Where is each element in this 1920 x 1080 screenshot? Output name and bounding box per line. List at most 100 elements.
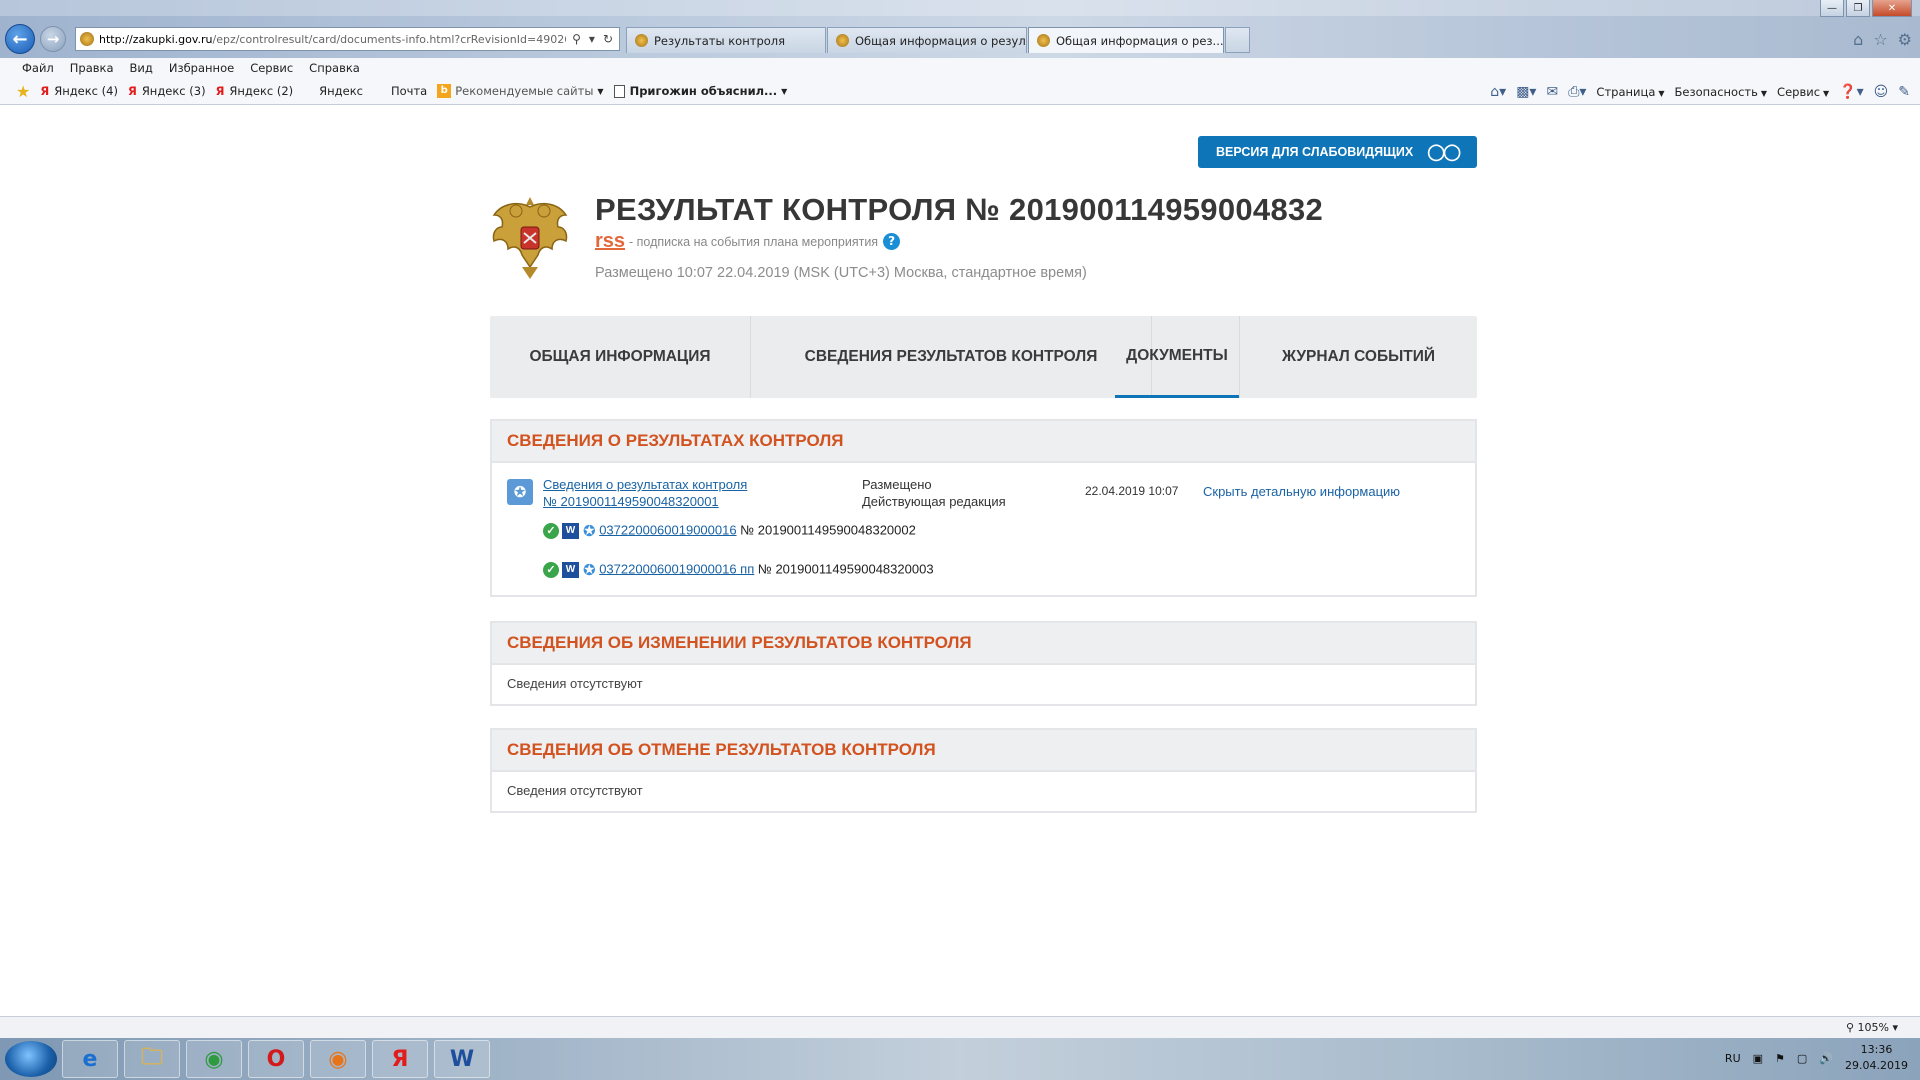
favorite-recommended-sites[interactable]: b Рекомендуемые сайты ▼ bbox=[437, 84, 604, 98]
attachment-link[interactable]: 0372200060019000016 bbox=[599, 522, 736, 537]
command-security[interactable]: Безопасность ▼ bbox=[1675, 85, 1768, 99]
display-icon[interactable]: ▢ bbox=[1797, 1052, 1807, 1065]
arrow-right-icon: → bbox=[46, 30, 60, 48]
site-favicon bbox=[80, 32, 94, 46]
question-icon[interactable]: ? bbox=[883, 233, 901, 250]
browser-tab-label: Результаты контроля bbox=[654, 33, 786, 48]
menu-favorites[interactable]: Избранное bbox=[169, 61, 234, 75]
url-host: http://zakupki.gov.ru bbox=[99, 32, 213, 46]
favorite-yandex-2[interactable]: Я Яндекс (2) bbox=[216, 84, 294, 98]
tab-general-info[interactable]: ОБЩАЯ ИНФОРМАЦИЯ bbox=[490, 316, 750, 398]
menu-file[interactable]: Файл bbox=[22, 61, 54, 75]
internet-explorer-icon[interactable]: e bbox=[62, 1040, 118, 1078]
messenger-icon[interactable]: ☺ bbox=[1874, 84, 1889, 100]
tab-event-log[interactable]: ЖУРНАЛ СОБЫТИЙ bbox=[1240, 316, 1477, 398]
network-icon[interactable]: ▣ bbox=[1753, 1052, 1763, 1065]
favorites-star-icon[interactable]: ☆ bbox=[1873, 30, 1887, 49]
favorite-label: Почта bbox=[390, 84, 428, 98]
refresh-icon[interactable]: ↻ bbox=[603, 32, 613, 46]
back-button[interactable]: ← bbox=[5, 24, 35, 54]
favorite-mail[interactable]: Почта bbox=[391, 84, 427, 98]
empty-message: Сведения отсутствуют bbox=[507, 783, 643, 798]
yandex-browser-icon[interactable]: Я bbox=[372, 1040, 428, 1078]
favorite-yandex-4[interactable]: Я Яндекс (4) bbox=[40, 84, 118, 98]
system-tray: RU ▣ ⚑ ▢ 🔊 13:36 29.04.2019 bbox=[1725, 1042, 1908, 1074]
chevron-down-icon: ▼ bbox=[1658, 89, 1665, 98]
browser-tab-2[interactable]: Общая информация о резул... bbox=[827, 27, 1027, 53]
language-indicator[interactable]: RU bbox=[1725, 1052, 1741, 1065]
zoom-control[interactable]: ⚲ 105% ▾ bbox=[1846, 1021, 1898, 1034]
section-cancellation: СВЕДЕНИЯ ОБ ОТМЕНЕ РЕЗУЛЬТАТОВ КОНТРОЛЯ … bbox=[490, 728, 1477, 813]
document-date: 22.04.2019 10:07 bbox=[1085, 484, 1179, 498]
hide-details-link[interactable]: Скрыть детальную информацию bbox=[1203, 484, 1400, 499]
russian-coat-of-arms-emblem bbox=[492, 197, 568, 279]
new-tab-button[interactable] bbox=[1225, 27, 1250, 53]
chevron-down-icon: ▼ bbox=[781, 86, 788, 96]
status-current-edition: Действующая редакция bbox=[862, 494, 1006, 509]
chevron-down-icon: ▼ bbox=[597, 86, 604, 96]
file-explorer-icon[interactable]: 🗀 bbox=[124, 1040, 180, 1078]
menu-help[interactable]: Справка bbox=[309, 61, 360, 75]
certificate-icon: ✪ bbox=[507, 479, 533, 505]
clock-date: 29.04.2019 bbox=[1845, 1059, 1908, 1072]
flag-icon[interactable]: ⚑ bbox=[1775, 1052, 1785, 1065]
rss-feed-icon[interactable]: ▩▾ bbox=[1516, 84, 1536, 100]
word-icon[interactable]: W bbox=[434, 1040, 490, 1078]
help-icon[interactable]: ❓▾ bbox=[1839, 84, 1863, 100]
volume-icon[interactable]: 🔊 bbox=[1819, 1052, 1833, 1065]
favorite-yandex-3[interactable]: Я Яндекс (3) bbox=[128, 84, 206, 98]
command-label: Страница bbox=[1596, 85, 1656, 99]
visually-impaired-version-button[interactable]: ВЕРСИЯ ДЛЯ СЛАБОВИДЯЩИХ ◯◯ bbox=[1198, 136, 1477, 168]
print-icon[interactable]: ⎙▾ bbox=[1568, 84, 1586, 100]
favorite-prigozhin[interactable]: Пригожин объяснил... ▼ bbox=[613, 84, 788, 98]
command-tools[interactable]: Сервис ▼ bbox=[1777, 85, 1829, 99]
tab-control-results[interactable]: СВЕДЕНИЯ РЕЗУЛЬТАТОВ КОНТРОЛЯ bbox=[751, 316, 1151, 398]
close-window-button[interactable]: ✕ bbox=[1872, 0, 1912, 17]
dropdown-icon[interactable]: ▾ bbox=[589, 32, 595, 46]
menu-edit[interactable]: Правка bbox=[70, 61, 114, 75]
command-page[interactable]: Страница ▼ bbox=[1596, 85, 1664, 99]
signature-icon[interactable]: ✪ bbox=[583, 522, 596, 540]
favorite-yandex[interactable]: Яндекс bbox=[319, 84, 363, 98]
address-bar[interactable]: http://zakupki.gov.ru/epz/controlresult/… bbox=[75, 27, 620, 51]
section-header: СВЕДЕНИЯ О РЕЗУЛЬТАТАХ КОНТРОЛЯ bbox=[492, 421, 1475, 463]
home-icon[interactable]: ⌂▾ bbox=[1490, 84, 1506, 100]
rss-link[interactable]: rss bbox=[595, 230, 625, 253]
minimize-button[interactable]: — bbox=[1820, 0, 1844, 17]
document-link-number[interactable]: № 2019001149590048320001 bbox=[543, 494, 719, 509]
url-path: /epz/controlresult/card/documents-info.h… bbox=[212, 32, 567, 46]
favorite-label: Рекомендуемые сайты bbox=[455, 84, 594, 98]
chevron-down-icon: ▼ bbox=[1760, 89, 1768, 98]
page-title: РЕЗУЛЬТАТ КОНТРОЛЯ № 201900114959004832 bbox=[595, 192, 1324, 227]
web-page: ВЕРСИЯ ДЛЯ СЛАБОВИДЯЩИХ ◯◯ РЕЗУЛЬТАТ КОН… bbox=[0, 106, 1920, 1016]
signature-icon[interactable]: ✪ bbox=[583, 561, 596, 579]
chevron-down-icon: ▼ bbox=[1823, 89, 1830, 98]
tab-documents[interactable]: ДОКУМЕНТЫ bbox=[1115, 316, 1239, 398]
attachment-number: № 2019001149590048320002 bbox=[740, 522, 916, 538]
menu-view[interactable]: Вид bbox=[130, 61, 153, 75]
maximize-button[interactable]: ❐ bbox=[1846, 0, 1870, 17]
menu-tools[interactable]: Сервис bbox=[250, 61, 293, 75]
yandex-icon: Я bbox=[215, 84, 225, 98]
forward-button[interactable]: → bbox=[40, 26, 66, 52]
chrome-icon[interactable]: ◉ bbox=[186, 1040, 242, 1078]
section-header: СВЕДЕНИЯ ОБ ИЗМЕНЕНИИ РЕЗУЛЬТАТОВ КОНТРО… bbox=[492, 623, 1475, 665]
mail-icon[interactable]: ✉ bbox=[1546, 84, 1558, 100]
research-icon[interactable]: ✎ bbox=[1898, 84, 1910, 100]
favorite-label: Яндекс (4) bbox=[54, 84, 118, 98]
firefox-icon[interactable]: ◉ bbox=[310, 1040, 366, 1078]
check-icon: ✓ bbox=[543, 562, 559, 578]
gear-icon[interactable]: ⚙ bbox=[1898, 30, 1912, 49]
favorite-label: Яндекс (2) bbox=[229, 84, 294, 98]
add-favorite-icon[interactable]: ★ bbox=[16, 82, 30, 101]
start-button[interactable] bbox=[5, 1041, 57, 1077]
document-link-title[interactable]: Сведения о результатах контроля bbox=[543, 477, 747, 492]
search-icon[interactable]: ⚲ bbox=[572, 32, 581, 46]
clock[interactable]: 13:36 29.04.2019 bbox=[1845, 1042, 1908, 1074]
opera-icon[interactable]: O bbox=[248, 1040, 304, 1078]
document-link[interactable]: Сведения о результатах контроля № 201900… bbox=[543, 476, 747, 510]
browser-tab-3[interactable]: Общая информация о рез...✕ bbox=[1028, 27, 1224, 53]
browser-tab-1[interactable]: Результаты контроля bbox=[626, 27, 826, 53]
home-icon[interactable]: ⌂ bbox=[1853, 30, 1863, 49]
attachment-link[interactable]: 0372200060019000016 пп bbox=[599, 561, 754, 576]
